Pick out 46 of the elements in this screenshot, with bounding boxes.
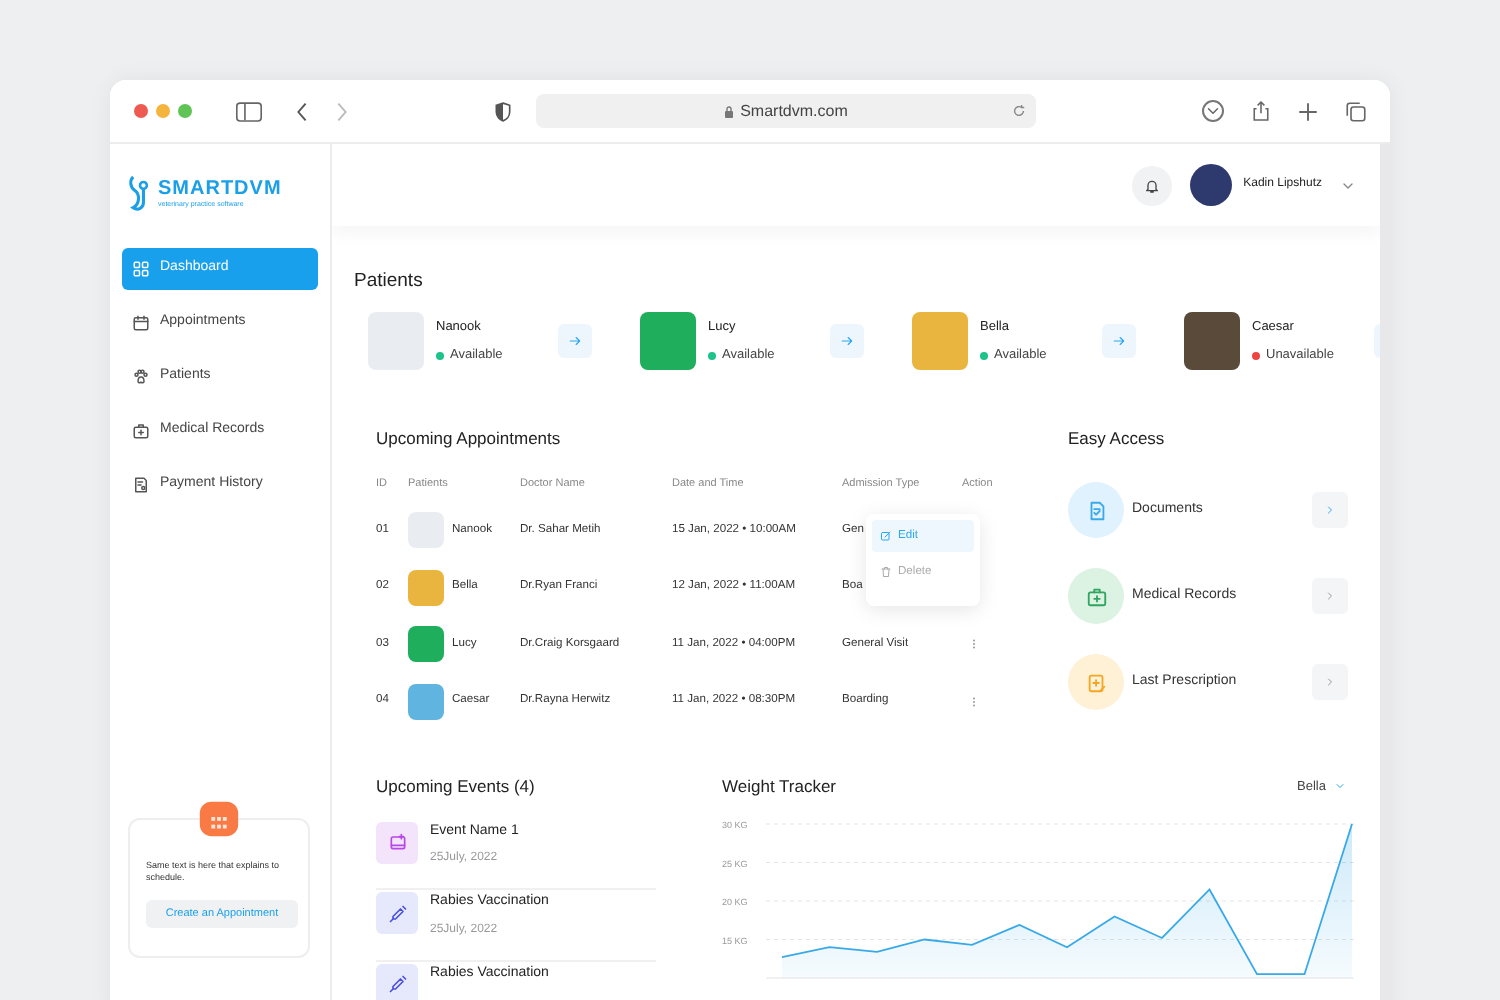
calendar-icon <box>132 314 150 332</box>
scrollbar[interactable] <box>1380 144 1390 1000</box>
chevron-right-icon <box>1324 590 1336 602</box>
arrow-right-icon <box>840 334 854 349</box>
syringe-icon <box>387 903 407 924</box>
back-icon[interactable] <box>296 101 308 121</box>
section-title: Upcoming Events (4) <box>376 774 537 800</box>
sidebar-toggle-icon[interactable] <box>236 101 262 121</box>
chevron-down-icon <box>1334 780 1346 793</box>
paw-icon <box>132 368 150 386</box>
open-patient-button[interactable] <box>830 324 864 359</box>
bell-icon <box>1143 177 1160 193</box>
section-title: Weight Tracker <box>722 774 837 800</box>
kit-icon <box>1085 585 1107 607</box>
plus-icon[interactable] <box>1298 101 1318 121</box>
lock-icon <box>724 105 735 117</box>
syringe-icon <box>387 974 407 995</box>
forward-icon[interactable] <box>336 101 348 121</box>
calendar-icon <box>387 832 407 853</box>
notification-button[interactable] <box>1131 165 1172 205</box>
share-icon[interactable] <box>1252 100 1270 122</box>
prescription-icon <box>1085 671 1107 693</box>
user-avatar[interactable] <box>1189 164 1232 206</box>
url-text: Smartdvm.com <box>740 99 848 123</box>
chevron-right-icon <box>1324 676 1336 688</box>
reload-icon[interactable] <box>1012 104 1026 118</box>
section-title: Easy Access <box>1068 426 1167 452</box>
chevron-right-icon <box>1324 504 1336 516</box>
arrow-right-icon <box>1112 334 1126 349</box>
dashboard-grid-icon <box>132 260 150 278</box>
stethoscope-logo-icon <box>128 174 152 214</box>
shield-icon[interactable] <box>494 101 512 121</box>
section-title: Upcoming Appointments <box>376 426 563 452</box>
trash-icon <box>880 566 892 579</box>
section-title: Patients <box>354 268 425 296</box>
edit-icon <box>880 530 892 543</box>
tabs-icon[interactable] <box>1346 101 1366 121</box>
open-patient-button[interactable] <box>1102 324 1136 359</box>
address-bar[interactable]: Smartdvm.com <box>536 94 1036 128</box>
document-icon <box>1085 499 1107 521</box>
open-patient-button[interactable] <box>558 324 592 359</box>
logo-text: SMARTDVM <box>158 179 282 200</box>
receipt-icon <box>132 476 150 494</box>
download-icon <box>1202 100 1224 122</box>
medical-kit-icon <box>132 422 150 440</box>
arrow-right-icon <box>568 334 582 349</box>
